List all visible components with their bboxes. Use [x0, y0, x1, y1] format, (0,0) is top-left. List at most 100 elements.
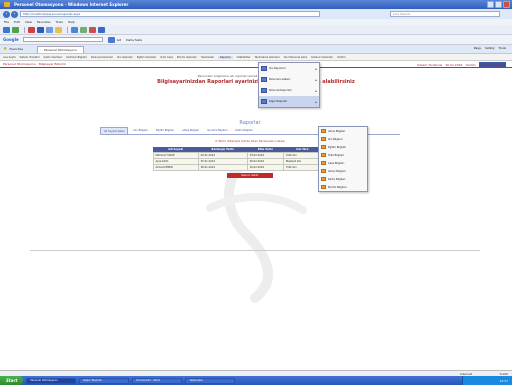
taskbar-task[interactable]: Yazismalar	[185, 377, 236, 384]
close-button[interactable]	[503, 1, 510, 8]
taskbar-task[interactable]: Personel Otomasyonu	[26, 377, 77, 384]
submenu-item[interactable]: Izin Bilgileri	[319, 135, 367, 143]
site-nav-item[interactable]: Istatistikler	[237, 56, 251, 59]
table-cell: 10.02.2024	[246, 164, 284, 171]
diger-raporlar-submenu: Adres Bilgileri Izin Bilgileri Egitim Bilg…	[318, 126, 368, 192]
site-nav-item[interactable]: Izin Islemleri	[117, 56, 133, 59]
menu-item-edit[interactable]: Edit	[14, 20, 20, 24]
refresh-icon[interactable]	[12, 26, 19, 33]
document-icon	[321, 129, 326, 133]
table-cell: 28.01.2024	[197, 164, 248, 171]
submenu-item[interactable]: Görev Bilgileri	[319, 167, 367, 175]
taskbar-task[interactable]: Rapor Tasarimi	[79, 377, 130, 384]
command-bar: Page Safety Tools	[470, 46, 506, 50]
help-link[interactable]: Yardim	[465, 63, 475, 67]
start-button[interactable]: Start	[0, 376, 24, 385]
command-page[interactable]: Page	[474, 46, 481, 50]
maximize-button[interactable]	[495, 1, 502, 8]
submenu-item[interactable]: Bordro Bilgileri	[319, 183, 367, 191]
home-icon[interactable]	[37, 26, 44, 33]
command-tools[interactable]: Tools	[499, 46, 506, 50]
dropdown-item[interactable]: Izin Raporlari ▸	[259, 63, 319, 74]
user-bar: Personel Otomasyonu Bilgisayar Bölümü Si…	[0, 61, 512, 68]
site-nav-item[interactable]: Ana Sayfa	[3, 56, 16, 59]
site-nav-item[interactable]: Odul Ceza	[160, 56, 173, 59]
back-button[interactable]: ‹	[3, 10, 10, 18]
site-nav-item[interactable]: Kullanici Islemleri	[311, 56, 333, 59]
submenu-item-label: Bordro Bilgileri	[328, 185, 347, 189]
site-nav-item[interactable]: Tanimlama Islemleri	[255, 56, 280, 59]
site-nav-item[interactable]: Bordro Islemleri	[177, 56, 197, 59]
google-toolbar: Google Git Daha fazla	[0, 35, 512, 45]
print-report-button[interactable]: Raporu Yazdir	[227, 173, 273, 178]
report-tab[interactable]: Kadro Bilgileri	[232, 127, 255, 134]
research-icon[interactable]	[80, 26, 87, 33]
taskbar-task[interactable]: Document1 - Word	[132, 377, 183, 384]
report-tab[interactable]: Izin Bilgileri	[130, 127, 150, 134]
site-nav-item[interactable]: Sistem Yönetimi	[20, 56, 40, 59]
menu-item-view[interactable]: View	[25, 20, 32, 24]
google-label: Google	[3, 37, 19, 42]
ie-icon	[4, 2, 10, 7]
site-nav-item[interactable]: Yardim	[337, 56, 345, 59]
submenu-item[interactable]: Ödül Bilgileri	[319, 151, 367, 159]
menu-item-favorites[interactable]: Favorites	[37, 20, 51, 24]
favorites-label[interactable]: Favorites	[9, 47, 23, 51]
report-tab[interactable]: Adres Bilgileri	[179, 127, 202, 134]
site-nav-item[interactable]: Egitim Islemleri	[137, 56, 156, 59]
site-nav-item[interactable]: Raporlar	[218, 55, 233, 59]
star-icon[interactable]	[3, 26, 10, 33]
report-tab[interactable]: Egitim Bilgileri	[153, 127, 177, 134]
site-nav-item[interactable]: Yazismalar	[201, 56, 214, 59]
page-content: Personelin bilgilerine ait raporlari alm…	[0, 68, 512, 370]
menu-item-help[interactable]: Help	[68, 20, 75, 24]
search-placeholder: Live Search	[393, 12, 411, 16]
submenu-item-label: Egitim Bilgileri	[328, 145, 347, 149]
site-nav-item[interactable]: Kadrolar Bilgileri	[66, 56, 87, 59]
edit-icon[interactable]	[71, 26, 78, 33]
toolbar	[0, 25, 512, 35]
submenu-item[interactable]: Egitim Bilgileri	[319, 143, 367, 151]
content-divider	[30, 250, 480, 251]
submenu-item[interactable]: Ceza Bilgileri	[319, 159, 367, 167]
print-icon[interactable]	[46, 26, 53, 33]
dropdown-item-label: Personel Listeleri	[269, 78, 291, 81]
favorites-star-icon[interactable]: ★	[3, 46, 7, 52]
taskbar: Start Personel Otomasyonu Rapor Tasarimi D…	[0, 376, 512, 385]
department-label: Bilgisayar Bölümü	[38, 62, 66, 66]
toolbar-separator	[24, 26, 25, 33]
address-input[interactable]: http://localhost/personel/raporlar.aspx	[20, 11, 320, 17]
site-nav-item[interactable]: Kadro Islemleri	[44, 56, 63, 59]
google-more-button[interactable]: Daha fazla	[126, 38, 142, 42]
word-icon[interactable]	[98, 26, 105, 33]
favorites-bar: ★ Favorites Personel Otomasyonu Page Safe…	[0, 45, 512, 54]
mail-icon[interactable]	[55, 26, 62, 33]
dropdown-item[interactable]: Personel Listeleri ▸	[259, 74, 319, 85]
report-tab[interactable]: Ise Giris Bilgileri	[204, 127, 230, 134]
search-input[interactable]: Live Search	[390, 11, 500, 17]
system-tray: 14:37	[462, 376, 512, 385]
google-search-input[interactable]	[22, 37, 103, 42]
report-tab[interactable]: Ad Soyad Listesi	[100, 127, 129, 134]
menu-item-tools[interactable]: Tools	[56, 20, 63, 24]
submenu-item[interactable]: Adres Bilgileri	[319, 127, 367, 135]
minimize-button[interactable]	[487, 1, 494, 8]
menu-item-file[interactable]: File	[4, 20, 9, 24]
submenu-item-label: Izin Bilgileri	[328, 137, 343, 141]
site-nav-item[interactable]: Personel Islemleri	[91, 56, 113, 59]
site-nav-item[interactable]: Yeni Personel Girisi	[284, 56, 308, 59]
google-go-button[interactable]: Git	[117, 38, 121, 42]
dropdown-item[interactable]: Personel Raporlari ▸	[259, 85, 319, 96]
messenger-icon[interactable]	[89, 26, 96, 33]
browser-tab[interactable]: Personel Otomasyonu	[37, 45, 84, 53]
command-safety[interactable]: Safety	[485, 46, 495, 50]
address-bar: ‹ › http://localhost/personel/raporlar.a…	[0, 9, 512, 19]
dropdown-item-label: Diger Raporlar	[269, 100, 288, 103]
logout-button[interactable]: Güvenli Çikis	[478, 62, 506, 67]
submenu-item[interactable]: Kadro Bilgileri	[319, 175, 367, 183]
forward-button[interactable]: ›	[11, 10, 18, 18]
raporlar-dropdown: Izin Raporlari ▸ Personel Listeleri ▸ Person…	[258, 62, 320, 108]
dropdown-item[interactable]: Diger Raporlar ▸	[259, 96, 319, 107]
stop-icon[interactable]	[28, 26, 35, 33]
google-go-icon[interactable]	[107, 36, 115, 43]
